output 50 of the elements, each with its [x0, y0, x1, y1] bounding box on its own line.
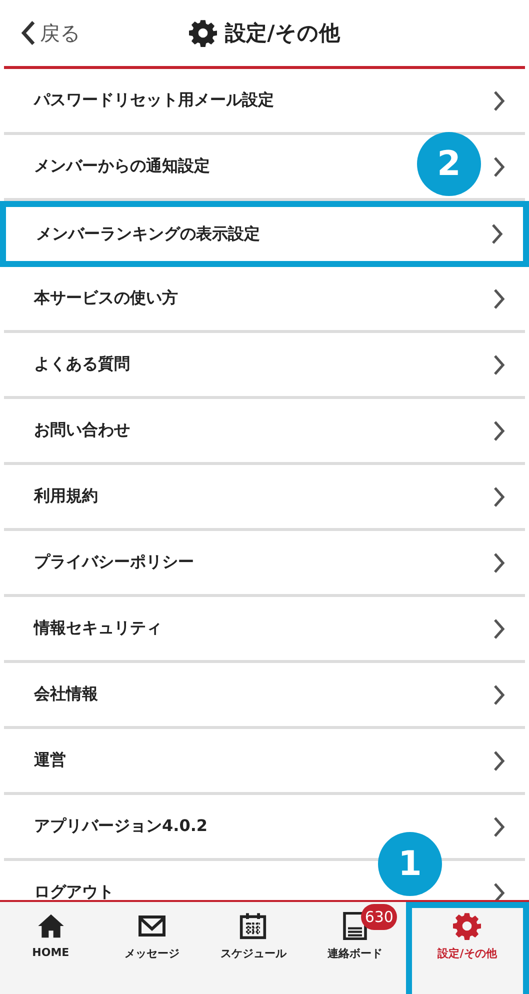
chevron-right-icon: [493, 684, 505, 706]
menu-item[interactable]: 会社情報: [4, 663, 525, 729]
chevron-right-icon: [493, 420, 505, 442]
menu-item[interactable]: パスワードリセット用メール設定: [4, 69, 525, 135]
chevron-right-icon: [493, 882, 505, 900]
chevron-right-icon: [493, 552, 505, 574]
chevron-left-icon: [20, 20, 36, 46]
tab[interactable]: スケジュール: [202, 902, 304, 994]
calendar-icon: [239, 912, 268, 940]
tab[interactable]: 630 連絡ボード: [304, 902, 406, 994]
tab[interactable]: メッセージ: [101, 902, 203, 994]
menu-item-label: プライバシーポリシー: [34, 552, 194, 573]
menu-item[interactable]: 運営: [4, 729, 525, 795]
chevron-right-icon: [493, 354, 505, 376]
chevron-right-icon: [493, 618, 505, 640]
chevron-right-icon: [493, 90, 505, 112]
chevron-right-icon: [493, 816, 505, 838]
gear-icon: [189, 19, 218, 47]
menu-item-label: メンバーランキングの表示設定: [36, 224, 260, 244]
chevron-right-icon: [493, 156, 505, 178]
menu-item[interactable]: よくある質問: [4, 333, 525, 399]
menu-item[interactable]: 情報セキュリティ: [4, 597, 525, 663]
menu-item-label: お問い合わせ: [34, 420, 130, 441]
chevron-right-icon: [493, 486, 505, 508]
menu-item-label: パスワードリセット用メール設定: [34, 90, 274, 111]
count-badge: 630: [360, 904, 398, 930]
menu-item-label: ログアウト: [34, 882, 114, 900]
menu-item-label: 利用規約: [34, 486, 98, 507]
menu-item-label: 運営: [34, 750, 66, 771]
tab[interactable]: 設定/その他: [406, 902, 529, 994]
callout-number: 1: [378, 832, 442, 896]
menu-item-label: 情報セキュリティ: [34, 618, 162, 639]
menu-item[interactable]: 利用規約: [4, 465, 525, 531]
menu-item[interactable]: お問い合わせ: [4, 399, 525, 465]
menu-item-label: よくある質問: [34, 354, 130, 375]
chevron-right-icon: [493, 288, 505, 310]
home-icon: [36, 912, 65, 940]
chevron-right-icon: [493, 750, 505, 772]
menu-item[interactable]: 本サービスの使い方: [4, 267, 525, 333]
page-title: 設定/その他: [225, 20, 340, 47]
chevron-right-icon: [491, 223, 503, 245]
settings-icon: [453, 912, 482, 940]
menu-item[interactable]: プライバシーポリシー: [4, 531, 525, 597]
back-button[interactable]: 戻る: [4, 20, 80, 46]
callout-number: 2: [417, 132, 481, 196]
menu-item-label: メンバーからの通知設定: [34, 156, 210, 177]
tab[interactable]: HOME: [0, 902, 102, 994]
menu-item-label: 会社情報: [34, 684, 98, 705]
menu-item-label: 本サービスの使い方: [34, 288, 178, 309]
menu-item-label: アプリバージョン4.0.2: [34, 816, 208, 837]
